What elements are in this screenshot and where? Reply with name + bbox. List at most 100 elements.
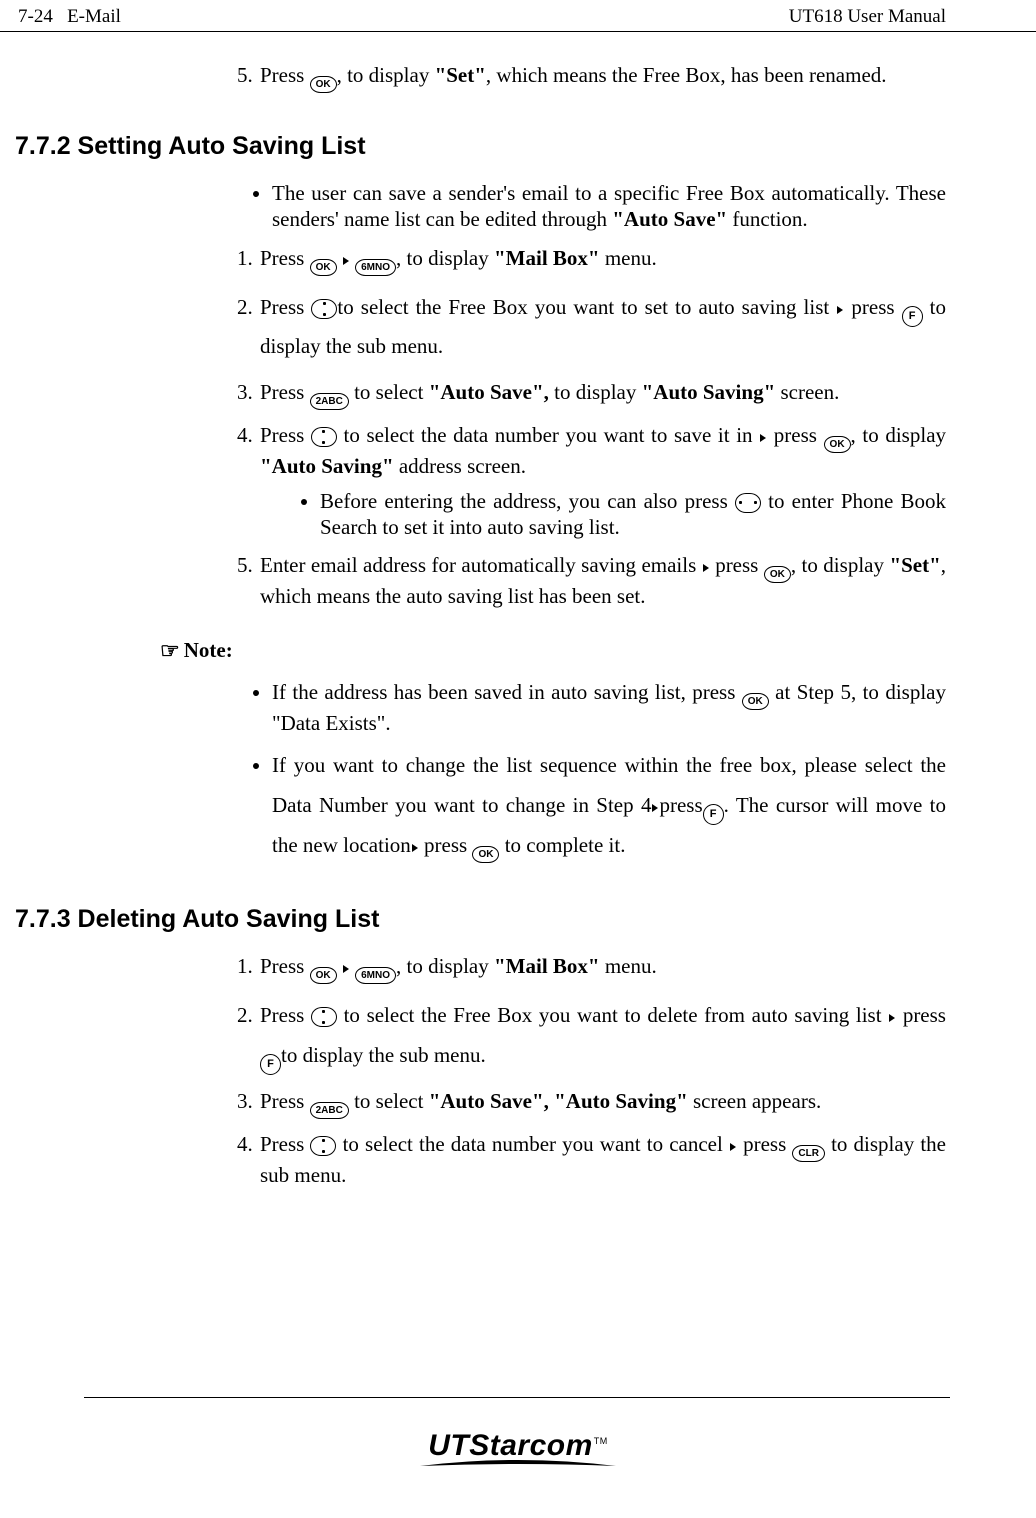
text: "Auto Saving" — [260, 454, 394, 478]
text: to display — [549, 380, 642, 404]
text: menu. — [600, 954, 657, 978]
text: Press — [260, 246, 310, 270]
step-4: Press to select the data number you want… — [258, 422, 946, 540]
intro-bullet: The user can save a sender's email to a … — [272, 180, 946, 233]
text: Note: — [184, 638, 233, 662]
step-list-top: Press OK, to display "Set", which means … — [230, 62, 946, 93]
text: "Set" — [435, 63, 486, 87]
text: to select the Free Box you want to set t… — [337, 295, 836, 319]
text: The user can save a sender's email to a … — [272, 181, 946, 231]
text: screen appears. — [688, 1089, 822, 1113]
text: "Auto Save" — [612, 207, 727, 231]
steps-772: Press OK 6MNO, to display "Mail Box" men… — [230, 245, 946, 610]
step-3: Press 2ABC to select "Auto Save", "Auto … — [258, 1088, 946, 1119]
text: "Auto Saving" — [642, 380, 776, 404]
text: to display the sub menu. — [281, 1043, 486, 1067]
text: "Mail Box" — [494, 954, 600, 978]
text: , to display — [851, 423, 946, 447]
arrow-icon — [703, 564, 709, 572]
text: "Auto Save", — [429, 380, 549, 404]
text: address screen. — [394, 454, 526, 478]
brand-text: UTStarcomTM — [428, 1429, 608, 1462]
six-key-icon: 6MNO — [355, 967, 396, 984]
text: , to display — [396, 246, 494, 270]
arrow-icon — [889, 1014, 895, 1022]
arrow-icon — [343, 257, 349, 265]
text: "Mail Box" — [494, 246, 600, 270]
text: Press — [260, 1003, 311, 1027]
note-bullets: If the address has been saved in auto sa… — [230, 679, 946, 866]
text: screen. — [775, 380, 839, 404]
steps-773: Press OK 6MNO, to display "Mail Box" men… — [230, 953, 946, 1188]
text: to complete it. — [499, 833, 625, 857]
text: Press — [260, 380, 310, 404]
text: Press — [260, 1132, 310, 1156]
arrow-icon — [343, 965, 349, 973]
step-1: Press OK 6MNO, to display "Mail Box" men… — [258, 245, 946, 276]
header-left: 7-24 E-Mail — [18, 5, 121, 29]
ok-key-icon: OK — [824, 436, 851, 453]
text: If the address has been saved in auto sa… — [272, 680, 742, 704]
text: Press — [260, 1089, 310, 1113]
arrow-icon — [837, 306, 843, 314]
text: to select the Free Box you want to delet… — [337, 1003, 888, 1027]
text: Press — [260, 295, 311, 319]
arrow-icon — [652, 804, 658, 812]
text: press — [896, 1003, 946, 1027]
ok-key-icon: OK — [310, 76, 337, 93]
step-2: Press to select the Free Box you want to… — [258, 288, 946, 368]
f-key-icon: F — [260, 1054, 281, 1075]
intro-bullets: The user can save a sender's email to a … — [230, 180, 946, 233]
arrow-icon — [760, 434, 766, 442]
text: press — [419, 833, 473, 857]
text: , to display — [791, 553, 890, 577]
text: to select the data number you want to ca… — [336, 1132, 728, 1156]
text: "Set" — [889, 553, 940, 577]
text: to select — [349, 380, 429, 404]
f-key-icon: F — [703, 804, 724, 825]
text: to select the data number you want to sa… — [337, 423, 759, 447]
note-2: If you want to change the list sequence … — [272, 746, 946, 866]
nav-key-icon — [311, 299, 337, 319]
arrow-icon — [730, 1143, 736, 1151]
note-heading: ☞Note: — [160, 637, 946, 665]
text: Enter email address for automatically sa… — [260, 553, 702, 577]
text: "Auto Save", "Auto Saving" — [429, 1089, 688, 1113]
text: , to display — [396, 954, 494, 978]
ok-key-icon: OK — [310, 259, 337, 276]
text: press — [710, 553, 764, 577]
pointer-icon: ☞ — [160, 638, 180, 663]
header-right: UT618 User Manual — [789, 5, 946, 29]
step-3: Press 2ABC to select "Auto Save", to dis… — [258, 379, 946, 410]
step-5-top: Press OK, to display "Set", which means … — [258, 62, 946, 93]
page-header: 7-24 E-Mail UT618 User Manual — [0, 0, 1036, 32]
text: , which means the Free Box, has been ren… — [486, 63, 887, 87]
clr-key-icon: CLR — [792, 1145, 825, 1162]
brand-logo: UTStarcomTM — [0, 1427, 1036, 1469]
six-key-icon: 6MNO — [355, 259, 396, 276]
step-4: Press to select the data number you want… — [258, 1131, 946, 1188]
text: to select — [349, 1089, 429, 1113]
two-key-icon: 2ABC — [310, 1102, 349, 1119]
f-key-icon: F — [902, 306, 923, 327]
ok-key-icon: OK — [764, 566, 791, 583]
text: Press — [260, 63, 310, 87]
text: Press — [260, 423, 311, 447]
text: function. — [727, 207, 807, 231]
section-7-7-3-heading: 7.7.3 Deleting Auto Saving List — [0, 904, 1036, 935]
step-4-sub-item: Before entering the address, you can als… — [320, 488, 946, 541]
text: , to display — [337, 63, 435, 87]
nav-key-icon — [310, 1136, 336, 1156]
text: Before entering the address, you can als… — [320, 489, 735, 513]
text: press — [737, 1132, 792, 1156]
step-5: Enter email address for automatically sa… — [258, 552, 946, 609]
text: press — [767, 423, 823, 447]
nav-key-icon — [735, 493, 761, 513]
text: press — [844, 295, 901, 319]
arrow-icon — [412, 844, 418, 852]
ok-key-icon: OK — [742, 693, 769, 710]
ok-key-icon: OK — [472, 846, 499, 863]
two-key-icon: 2ABC — [310, 393, 349, 410]
text: press — [659, 793, 702, 817]
step-2: Press to select the Free Box you want to… — [258, 996, 946, 1076]
